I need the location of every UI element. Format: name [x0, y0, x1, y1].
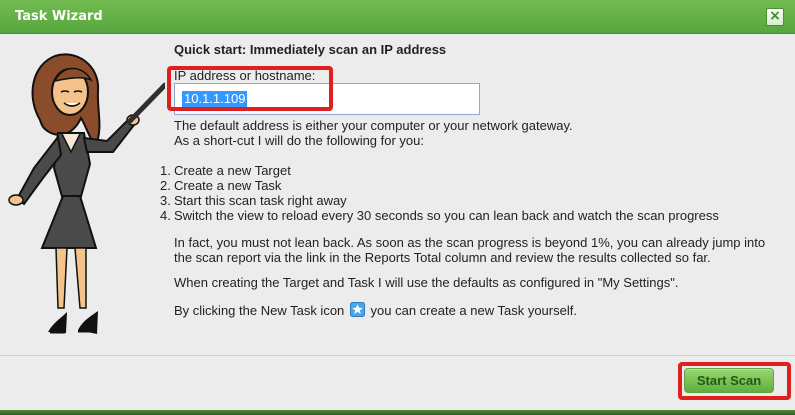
step-number: 1. — [160, 163, 171, 178]
new-task-star-icon[interactable] — [349, 302, 365, 317]
dialog-title: Task Wizard — [15, 9, 103, 24]
step-number: 4. — [160, 208, 171, 223]
close-icon[interactable]: × — [766, 8, 784, 26]
new-task-prefix: By clicking the New Task icon — [174, 303, 345, 318]
wizard-content: Quick start: Immediately scan an IP addr… — [160, 42, 785, 337]
step-number: 2. — [160, 178, 171, 193]
new-task-suffix: you can create a new Task yourself. — [370, 303, 577, 318]
step-text: Create a new Target — [174, 163, 291, 178]
start-scan-button[interactable]: Start Scan — [684, 368, 774, 393]
lean-back-paragraph: In fact, you must not lean back. As soon… — [174, 235, 766, 265]
dialog-titlebar: Task Wizard × — [0, 0, 795, 34]
step-item: 1. Create a new Target — [160, 163, 719, 178]
presenter-woman-illustration-group — [8, 53, 165, 334]
ip-selected-text: 10.1.1.109 — [182, 91, 248, 107]
step-number: 3. — [160, 193, 171, 208]
new-task-paragraph: By clicking the New Task icon you can cr… — [174, 302, 784, 318]
shortcut-steps-list: 1. Create a new Target 2. Create a new T… — [160, 163, 719, 223]
step-text: Create a new Task — [174, 178, 282, 193]
step-item: 2. Create a new Task — [160, 178, 719, 193]
step-item: 4. Switch the view to reload every 30 se… — [160, 208, 719, 223]
description-line-1: The default address is either your compu… — [174, 118, 573, 133]
presenter-woman-illustration — [8, 53, 165, 334]
step-text: Switch the view to reload every 30 secon… — [174, 208, 719, 223]
task-wizard-dialog: Task Wizard × Quick start: Immediately s… — [0, 0, 795, 415]
description-line-2: As a short-cut I will do the following f… — [174, 133, 425, 148]
ip-address-label: IP address or hostname: — [174, 68, 316, 83]
default-address-description: The default address is either your compu… — [174, 118, 573, 148]
step-text: Start this scan task right away — [174, 193, 347, 208]
footer-divider — [0, 355, 795, 356]
page-bottom-strip — [0, 410, 795, 415]
step-item: 3. Start this scan task right away — [160, 193, 719, 208]
defaults-paragraph: When creating the Target and Task I will… — [174, 275, 679, 290]
quick-start-heading: Quick start: Immediately scan an IP addr… — [174, 42, 447, 57]
